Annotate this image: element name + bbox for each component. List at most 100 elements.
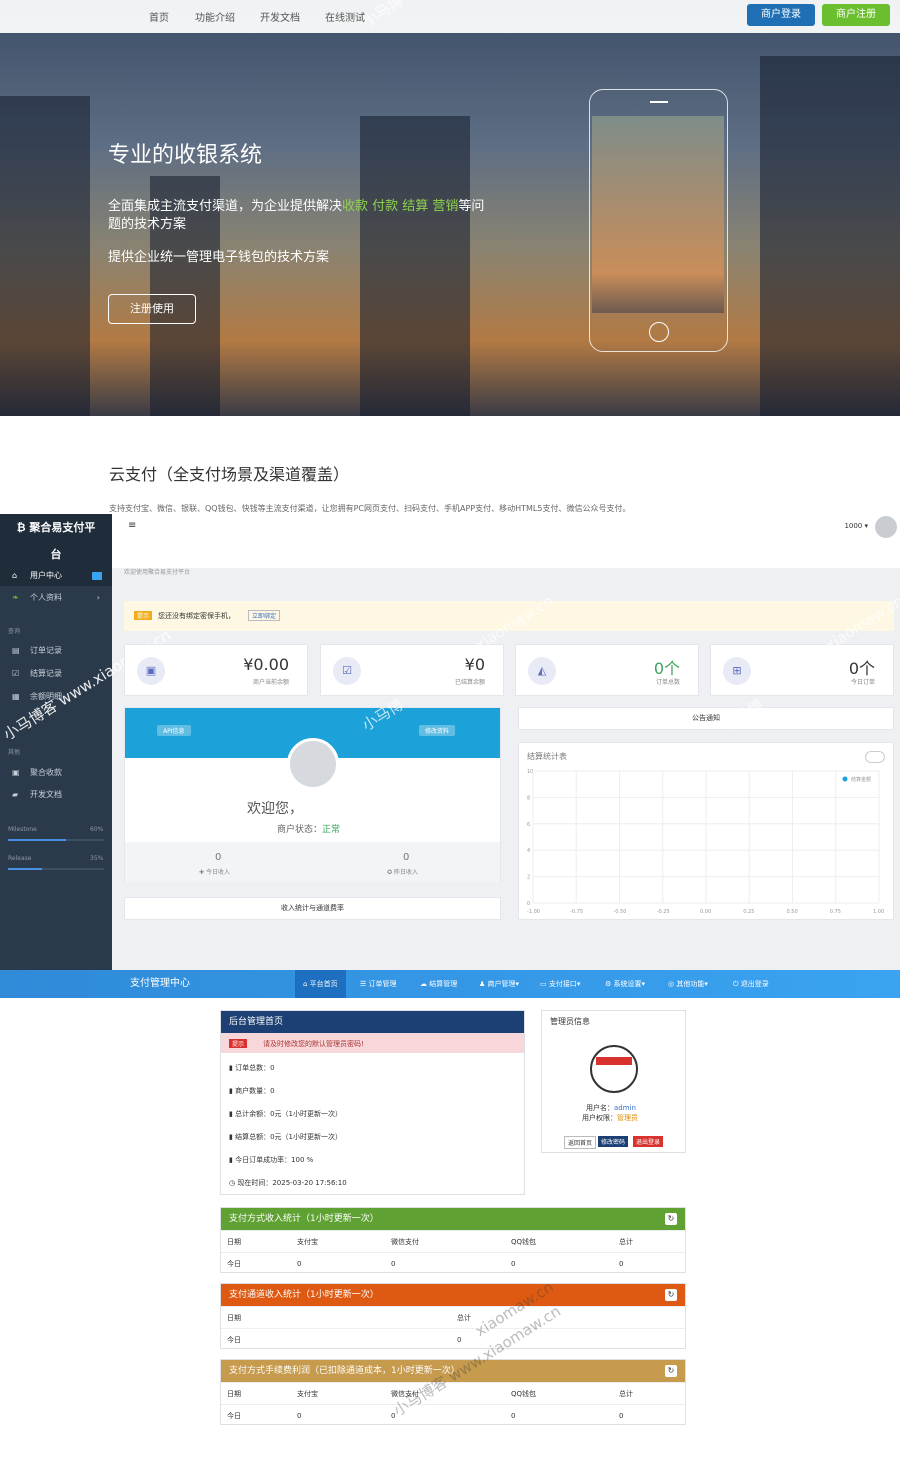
y-tick-label: 4 [527, 848, 530, 854]
today-income-label: ✚ 今日收入 [199, 869, 230, 876]
menu-orders[interactable]: ☰ 订单管理 [360, 970, 397, 998]
check-icon: ☑ [333, 657, 361, 685]
stat-value: ¥0.00 [243, 655, 289, 674]
stat-value: 0个 [653, 659, 680, 678]
book-icon: ▰ [12, 790, 19, 799]
announce-header: 公告通知 [518, 707, 894, 730]
x-tick-label: 1.00 [873, 909, 884, 915]
panel-title: 管理员信息 [550, 1017, 590, 1026]
y-tick-label: 6 [527, 822, 530, 828]
dashboard-header: ≡ 1000 ▾ 欢迎使用聚合易支付平台 [112, 514, 900, 576]
section-title: 云支付（全支付场景及渠道覆盖） [109, 465, 350, 484]
admin-navbar: 支付管理中心 ⌂ 平台首页 ☰ 订单管理 ☁ 结算管理 ♟ 商户管理▾ ▭ 支付… [0, 970, 900, 998]
refresh-icon[interactable]: ↻ [665, 1289, 677, 1301]
avatar-icon[interactable] [875, 516, 897, 538]
avatar-icon [287, 738, 339, 790]
stat-value: ¥0 [464, 655, 485, 674]
today-income: 0 [215, 852, 222, 863]
back-home-button[interactable]: 返回首页 [564, 1136, 597, 1149]
refresh-icon[interactable]: ↻ [665, 1365, 677, 1377]
menu-settle[interactable]: ☁ 结算管理 [420, 970, 457, 998]
qrcode-icon: ▣ [12, 768, 20, 777]
sidebar-item-collect[interactable]: ▣ 聚合收款 [0, 763, 112, 783]
sidebar-item-user-center[interactable]: ⌂ 用户中心 [0, 566, 112, 586]
x-tick-label: -1.00 [527, 909, 540, 915]
stat-card-orders: ◭ 0个 订单总数 [515, 644, 699, 696]
sidebar-item-docs[interactable]: ▰ 开发文档 [0, 785, 112, 805]
check-icon: ☑ [12, 669, 20, 678]
sidebar: ₿ 聚合易支付平台 ⌂ 用户中心 ❧ 个人资料 › 查询 ▤ 订单记录 ☑ 结算记录 ▦ 余… [0, 514, 174, 970]
badge-icon [92, 572, 102, 580]
register-cta-button[interactable]: 注册使用 [108, 294, 196, 324]
edit-profile-button[interactable]: 修改资料 [419, 725, 456, 736]
table-header-row: 日期 总计 [221, 1306, 685, 1322]
nav-home[interactable]: 首页 [149, 9, 169, 24]
x-tick-label: 0.25 [743, 909, 754, 915]
release-bar [8, 868, 104, 870]
user-menu[interactable]: 1000 ▾ [844, 522, 868, 530]
chart-title: 结算统计表 [527, 752, 567, 761]
merchant-login-button[interactable]: 商户登录 [747, 4, 815, 26]
warning-tag: 提示 [229, 1039, 248, 1048]
admin-username: 用户名：admin [586, 1104, 636, 1112]
nav-features[interactable]: 功能介绍 [195, 9, 235, 24]
legend-label: 结算金额 [851, 776, 871, 783]
y-tick-label: 10 [527, 769, 533, 775]
menu-merchants[interactable]: ♟ 商户管理▾ [479, 970, 519, 998]
y-tick-label: 2 [527, 875, 530, 881]
table-icon: ▦ [12, 692, 20, 701]
menu-other[interactable]: ◎ 其他功能▾ [668, 970, 708, 998]
menu-home[interactable]: ⌂ 平台首页 [295, 970, 346, 998]
menu-interfaces[interactable]: ▭ 支付接口▾ [540, 970, 580, 998]
change-password-button[interactable]: 修改密码 [598, 1136, 629, 1147]
api-info-button[interactable]: API信息 [157, 725, 191, 736]
hero-line-3: 提供企业统一管理电子钱包的技术方案 [108, 250, 330, 265]
table-row: 今日 0 [221, 1328, 685, 1344]
cart-icon: ⊞ [723, 657, 751, 685]
refresh-icon[interactable]: ↻ [665, 1213, 677, 1225]
pay-method-income-table: 支付方式收入统计（1小时更新一次） ↻ 日期 支付宝 微信支付 QQ钱包 总计 今日 0 0… [220, 1207, 686, 1273]
notice-text: 您还没有绑定密保手机， [158, 612, 235, 620]
list-icon: ▤ [12, 646, 20, 655]
stat-label: 订单总数 [655, 679, 680, 686]
stat-card-settled: ☑ ¥0 已结算余额 [320, 644, 504, 696]
release-pct: 35% [90, 855, 104, 862]
phone-screen [592, 116, 724, 313]
sidebar-item-orders[interactable]: ▤ 订单记录 [0, 641, 112, 661]
merchant-dashboard: ₿ 聚合易支付平台 ⌂ 用户中心 ❧ 个人资料 › 查询 ▤ 订单记录 ☑ 结算记录 ▦ 余… [0, 514, 900, 970]
stat-value: 0个 [848, 659, 875, 678]
home-icon: ⌂ [12, 571, 18, 580]
chart-toggle[interactable] [865, 751, 885, 763]
income-rate-button[interactable]: 收入统计与通道费率 [124, 897, 501, 920]
admin-logout-button[interactable]: 退出登录 [633, 1136, 664, 1147]
sidebar-group-query: 查询 [8, 628, 21, 635]
top-navbar: 首页 功能介绍 开发文档 在线测试 商户登录 商户注册 [0, 0, 900, 33]
hero-line-1: 全面集成主流支付渠道，为企业提供解决收款 付款 结算 营销等问 [108, 199, 485, 214]
merchant-register-button[interactable]: 商户注册 [822, 4, 890, 26]
phone-speaker [650, 101, 668, 103]
info-merchant-count: ▮ 商户数量：0 [229, 1087, 275, 1095]
notice-tag: 提示 [134, 611, 153, 620]
nav-test[interactable]: 在线测试 [325, 9, 365, 24]
stat-card-balance: ▣ ¥0.00 商户当前余额 [124, 644, 308, 696]
panel-title: 支付方式收入统计（1小时更新一次） [221, 1208, 685, 1230]
admin-home-panel: 后台管理首页 提示 请及时修改您的默认管理员密码! ▮ 订单总数：0 ▮ 商户数… [220, 1010, 525, 1195]
menu-toggle-icon[interactable]: ≡ [128, 520, 136, 531]
info-total-balance: ▮ 总计余额：0元（1小时更新一次） [229, 1110, 342, 1118]
income-row [125, 842, 500, 882]
hero-line-2: 题的技术方案 [108, 217, 187, 232]
nav-docs[interactable]: 开发文档 [260, 9, 300, 24]
menu-logout[interactable]: ⏻ 退出登录 [733, 970, 769, 998]
sidebar-item-profile[interactable]: ❧ 个人资料 › [0, 588, 112, 608]
menu-system[interactable]: ⚙ 系统设置▾ [605, 970, 645, 998]
section-desc: 支持支付宝、微信、银联、QQ钱包、快钱等主流支付渠道，让您拥有PC网页支付、扫码… [109, 504, 631, 513]
bind-phone-link[interactable]: 立即绑定 [248, 610, 281, 621]
milestone-pct: 60% [90, 826, 104, 833]
money-icon: ▣ [137, 657, 165, 685]
milestone-label: Milestone [8, 826, 37, 833]
info-success-rate: ▮ 今日订单成功率：100 % [229, 1156, 314, 1164]
merchant-status: 商户状态：正常 [277, 825, 341, 835]
info-settle-total: ▮ 结算总额：0元（1小时更新一次） [229, 1133, 342, 1141]
area-chart-icon: ◭ [528, 657, 556, 685]
breadcrumb: 欢迎使用聚合易支付平台 [124, 569, 191, 576]
